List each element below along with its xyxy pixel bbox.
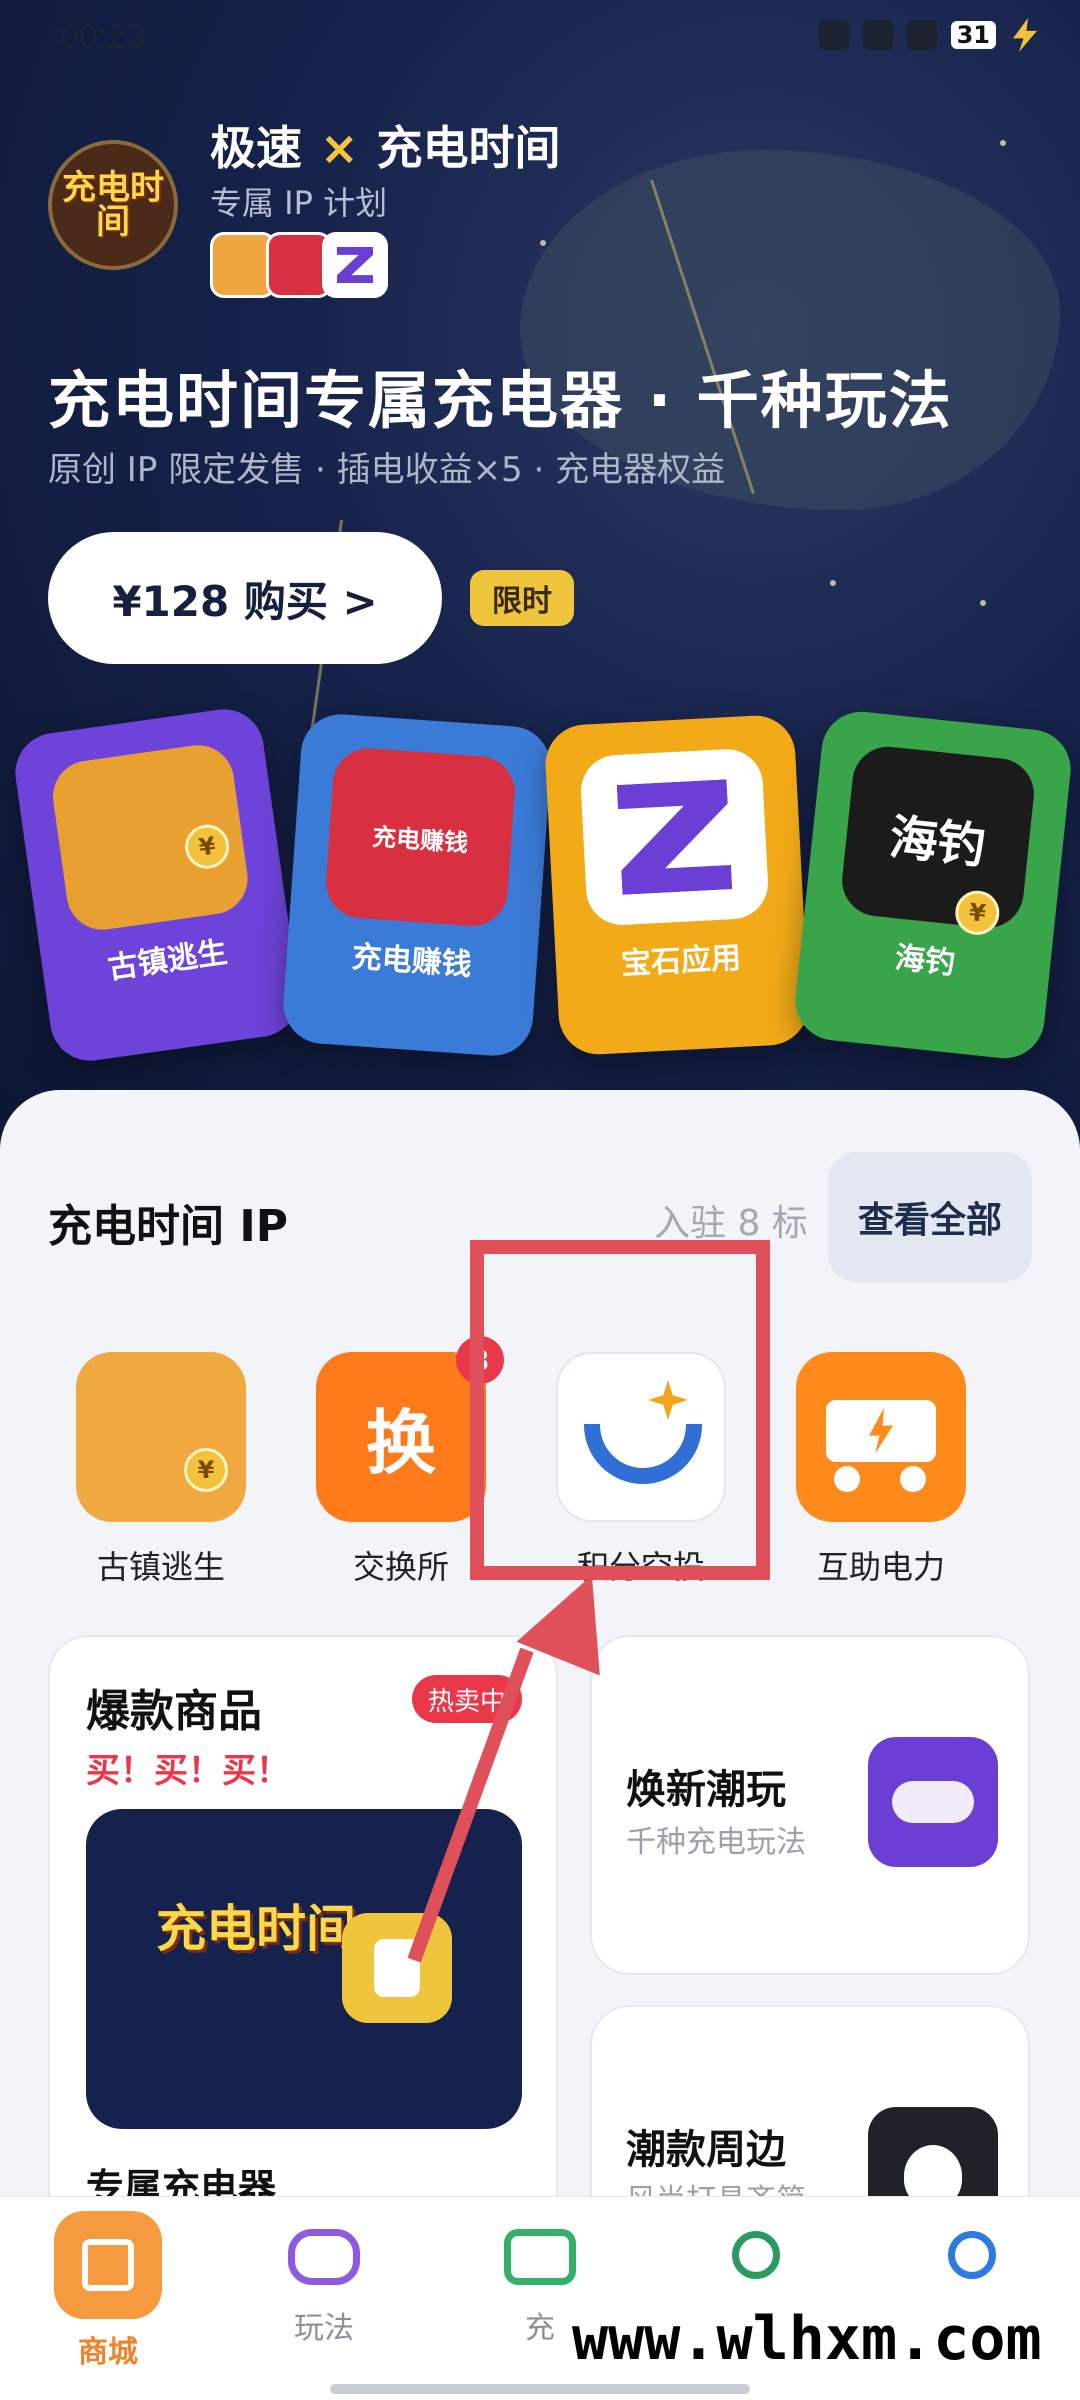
signal-icon	[906, 20, 937, 50]
nav-label: 玩法	[294, 2311, 354, 2346]
nav-community[interactable]	[686, 2215, 826, 2297]
exchange-icon: 换 3	[316, 1336, 504, 1522]
friends-icon	[732, 2231, 780, 2279]
character-icon: ¥	[76, 1352, 246, 1522]
gem-app-icon	[322, 232, 388, 298]
gem-logo-icon	[579, 747, 770, 927]
status-time: 00:23	[60, 18, 146, 56]
partner-icons	[210, 232, 388, 298]
hero-card-gem-app[interactable]: 宝石应用	[543, 713, 811, 1057]
shortcut-label: 交换所	[352, 1548, 449, 1586]
section-title: 充电时间 IP	[48, 1201, 288, 1252]
cross-symbol: ×	[320, 121, 359, 175]
battery-earn-icon: 充电赚钱	[323, 745, 518, 929]
hot-slogan: 买！买！买！	[86, 1751, 290, 1791]
power-truck-icon	[796, 1352, 966, 1522]
shortcut-mutual-power[interactable]: 互助电力	[796, 1352, 966, 1588]
battery-icon: 31	[950, 21, 996, 49]
star-decoration	[1000, 140, 1006, 146]
brand-right: 充电时间	[376, 121, 561, 175]
ip-logo-text: 充电时间	[62, 168, 164, 242]
charger-plug-icon	[342, 1913, 452, 2023]
buy-button[interactable]: ¥128 购买 >	[48, 532, 442, 664]
charging-bolt-icon	[1013, 18, 1037, 52]
product-logo: 充电时间	[156, 1900, 356, 1958]
hd-icon	[862, 20, 893, 50]
watermark-text: www.wlhxm.com	[560, 2304, 1054, 2374]
home-indicator[interactable]	[330, 2384, 750, 2394]
ip-logo: 充电时间	[48, 140, 178, 270]
nav-profile[interactable]	[902, 2215, 1042, 2297]
brand-left: 极速	[210, 121, 302, 175]
profile-icon	[948, 2231, 996, 2279]
gamepad-icon	[288, 2229, 360, 2285]
alarm-icon	[818, 20, 849, 50]
hero-card-label: 古镇逃生	[105, 935, 230, 987]
hero-card-label: 宝石应用	[620, 940, 742, 983]
hero-card-label: 海钓	[893, 940, 957, 982]
hero-card-sea-fishing[interactable]: 海钓 ¥ 海钓	[791, 707, 1075, 1063]
hot-title: 爆款商品	[86, 1686, 262, 1737]
side-card-new-toys[interactable]: 焕新潮玩 千种充电玩法	[590, 1635, 1030, 1975]
wheel-icon	[834, 1466, 860, 1492]
shortcut-ancient-town[interactable]: ¥ 古镇逃生	[76, 1352, 246, 1588]
highlight-box-annotation	[470, 1240, 770, 1580]
nav-play[interactable]: 玩法	[254, 2215, 394, 2347]
side-card-title: 潮款周边	[626, 2127, 786, 2173]
hero-features: 原创 IP 限定发售 · 插电收益×5 · 充电器权益	[48, 450, 726, 490]
shortcut-exchange[interactable]: 换 3 交换所	[316, 1336, 504, 1588]
hero-title: 充电时间专属充电器 · 千种玩法	[48, 364, 953, 437]
star-decoration	[980, 600, 986, 606]
hero-card-ancient-town[interactable]: ¥ 古镇逃生	[10, 704, 304, 1066]
shortcut-label: 古镇逃生	[96, 1548, 225, 1586]
view-all-button[interactable]: 查看全部	[828, 1152, 1032, 1282]
hero-banner[interactable]: 00:23 31 充电时间 极速 × 充电时间 专属 IP 计划 充电时间专属充电器…	[0, 0, 1080, 1120]
star-decoration	[830, 580, 836, 586]
sea-fishing-icon: 海钓	[838, 743, 1038, 932]
shop-icon	[54, 2211, 162, 2319]
hero-card-label: 充电赚钱	[350, 939, 473, 983]
status-bar: 00:23 31	[60, 18, 1040, 68]
star-decoration	[540, 240, 546, 246]
limited-tag: 限时	[470, 570, 574, 626]
battery-icon	[504, 2229, 576, 2285]
hero-card-charge-earn[interactable]: 充电赚钱 充电赚钱	[280, 711, 554, 1059]
section-count: 入驻 8 标	[654, 1203, 808, 1244]
shortcut-label: 互助电力	[816, 1548, 945, 1586]
co-brand-title: 极速 × 充电时间	[210, 112, 561, 178]
side-card-title: 焕新潮玩	[626, 1767, 786, 1813]
status-icons: 31	[818, 18, 1040, 52]
co-brand-subtitle: 专属 IP 计划	[210, 184, 388, 222]
exchange-glyph: 换	[366, 1401, 436, 1484]
coin-icon: ¥	[184, 1448, 228, 1492]
nav-shop[interactable]: 商城	[38, 2211, 178, 2371]
side-card-subtitle: 千种充电玩法	[626, 1825, 806, 1860]
nav-label: 商城	[78, 2335, 138, 2370]
wheel-icon	[900, 1466, 926, 1492]
toy-icon	[868, 1737, 998, 1867]
